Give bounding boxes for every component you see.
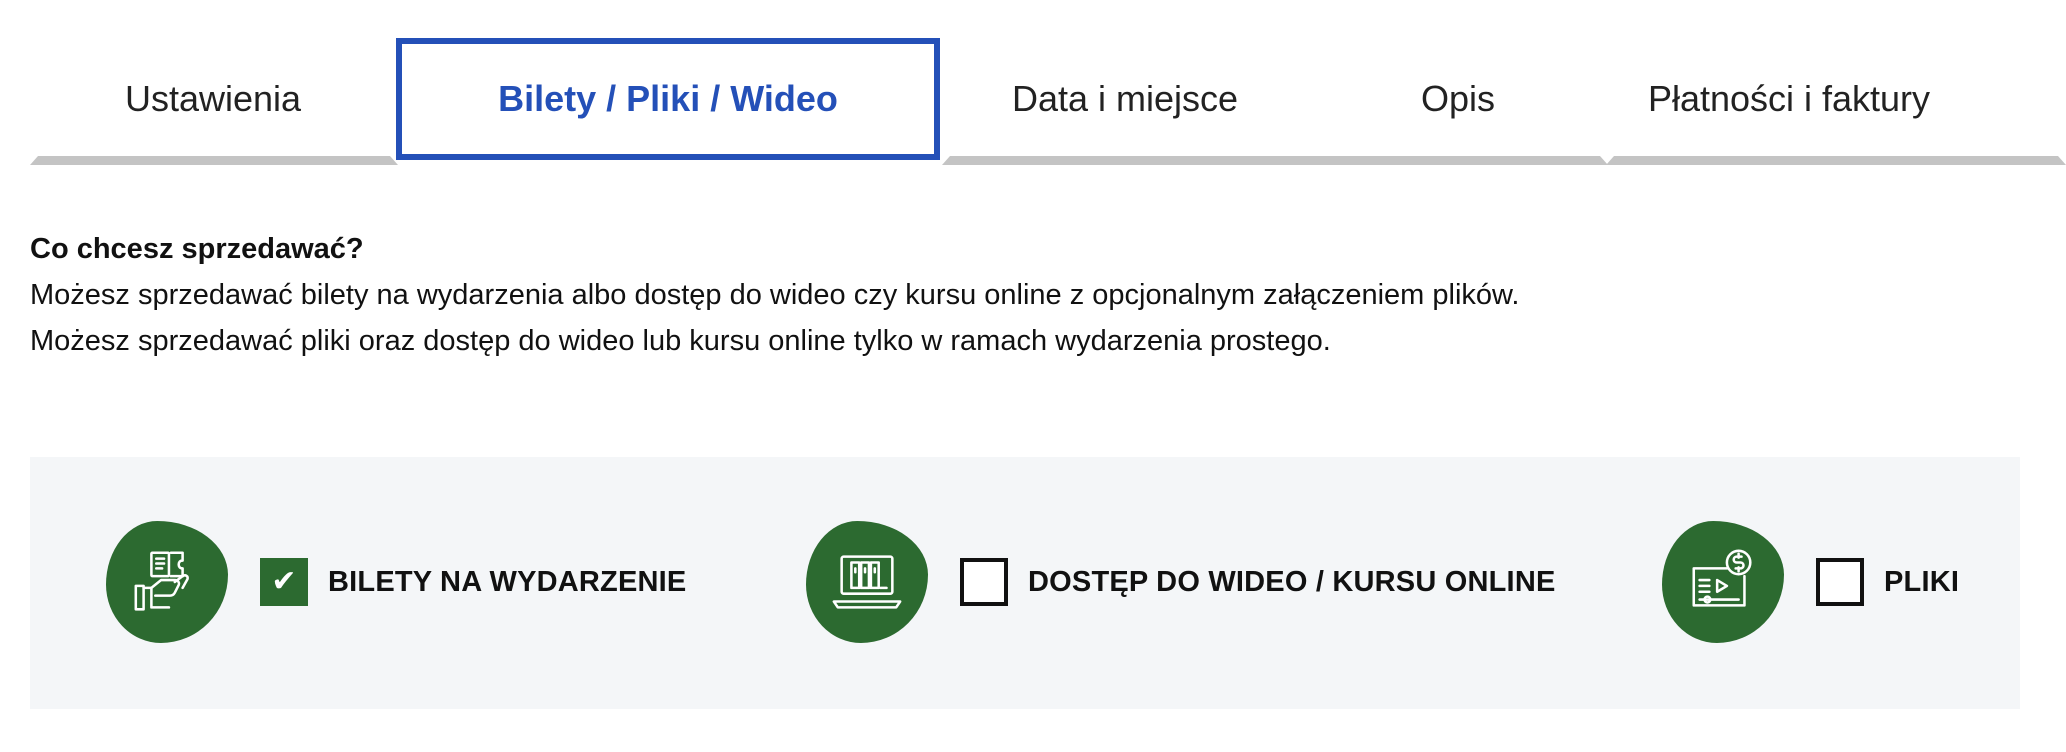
tab-label: Opis <box>1420 78 1496 119</box>
tab-opis[interactable]: Opis <box>1310 38 1606 160</box>
ticket-hand-icon <box>106 521 228 643</box>
option-wideo-kurs[interactable]: DOSTĘP DO WIDEO / KURSU ONLINE <box>806 521 1556 643</box>
tab-label: Bilety / Pliki / Wideo <box>498 78 838 119</box>
pliki-checkbox[interactable] <box>1816 558 1864 606</box>
check-icon: ✔ <box>271 564 297 599</box>
product-type-panel: ✔ BILETY NA WYDARZENIE DOSTĘP DO WIDEO /… <box>30 457 2020 709</box>
tab-label: Płatności i faktury <box>1647 78 1931 119</box>
video-money-icon <box>1662 521 1784 643</box>
option-bilety[interactable]: ✔ BILETY NA WYDARZENIE <box>106 521 686 643</box>
intro-line-2: Możesz sprzedawać pliki oraz dostęp do w… <box>30 325 1331 357</box>
tab-bar: Ustawienia Bilety / Pliki / Wideo Data i… <box>30 38 2066 166</box>
tab-underline <box>1972 156 2066 165</box>
intro-line-1: Możesz sprzedawać bilety na wydarzenia a… <box>30 279 1520 311</box>
tab-platnosci-i-faktury[interactable]: Płatności i faktury <box>1606 38 1972 160</box>
option-label[interactable]: DOSTĘP DO WIDEO / KURSU ONLINE <box>1028 566 1556 599</box>
option-pliki[interactable]: PLIKI <box>1662 521 1959 643</box>
option-label[interactable]: BILETY NA WYDARZENIE <box>328 566 686 599</box>
tab-ustawienia[interactable]: Ustawienia <box>30 38 396 160</box>
tab-data-i-miejsce[interactable]: Data i miejsce <box>940 38 1310 160</box>
bilety-checkbox[interactable]: ✔ <box>260 558 308 606</box>
wideo-kurs-checkbox[interactable] <box>960 558 1008 606</box>
tab-bilety-pliki-wideo[interactable]: Bilety / Pliki / Wideo <box>396 38 940 160</box>
section-question: Co chcesz sprzedawać? <box>30 233 364 265</box>
laptop-books-icon <box>806 521 928 643</box>
option-label[interactable]: PLIKI <box>1884 566 1959 599</box>
tab-label: Data i miejsce <box>1011 78 1239 119</box>
intro-section: Co chcesz sprzedawać? Możesz sprzedawać … <box>30 226 1930 364</box>
tab-label: Ustawienia <box>124 78 302 119</box>
